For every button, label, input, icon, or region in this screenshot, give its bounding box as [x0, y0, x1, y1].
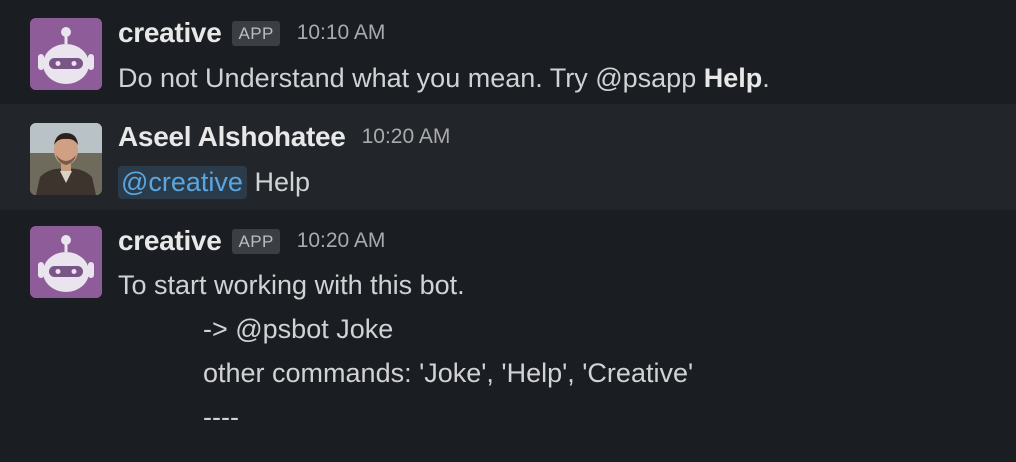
app-badge: APP: [232, 20, 280, 46]
sender-name[interactable]: Aseel Alshohatee: [118, 121, 346, 153]
app-badge: APP: [232, 228, 280, 254]
message-text-line: -> @psbot Joke: [203, 314, 394, 344]
message-text: @creative Help: [118, 166, 310, 199]
message[interactable]: creative APP 10:20 AM To start working w…: [0, 210, 1016, 462]
message[interactable]: creative APP 10:10 AM Do not Understand …: [0, 0, 1016, 104]
message-header: creative APP 10:20 AM: [118, 225, 385, 257]
message-text-part: Help: [246, 167, 310, 197]
user-mention[interactable]: @creative: [118, 166, 247, 199]
message-text-line: other commands: 'Joke', 'Help', 'Creativ…: [203, 358, 694, 388]
message-text-part: Do not Understand what you mean. Try @ps…: [118, 63, 704, 93]
user-photo: [30, 123, 102, 195]
message-text-line: ----: [203, 402, 239, 432]
bot-avatar[interactable]: [30, 18, 102, 90]
user-avatar[interactable]: [30, 123, 102, 195]
timestamp[interactable]: 10:10 AM: [297, 21, 386, 45]
message-bold-text: Help: [703, 63, 763, 93]
message[interactable]: Aseel Alshohatee 10:20 AM @creative Help: [0, 104, 1016, 210]
message-header: Aseel Alshohatee 10:20 AM: [118, 121, 450, 153]
sender-name[interactable]: creative: [118, 225, 222, 257]
robot-icon: [30, 226, 102, 298]
message-header: creative APP 10:10 AM: [118, 17, 385, 49]
robot-icon: [30, 18, 102, 90]
sender-name[interactable]: creative: [118, 17, 222, 49]
timestamp[interactable]: 10:20 AM: [362, 125, 451, 149]
bot-avatar[interactable]: [30, 226, 102, 298]
message-feed: creative APP 10:10 AM Do not Understand …: [0, 0, 1016, 462]
timestamp[interactable]: 10:20 AM: [297, 229, 386, 253]
message-text-part: .: [762, 63, 770, 93]
message-text: Do not Understand what you mean. Try @ps…: [118, 62, 770, 94]
message-text-line: To start working with this bot.: [118, 270, 465, 300]
